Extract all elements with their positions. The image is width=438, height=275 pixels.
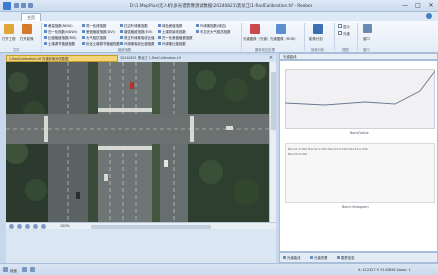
open-image-icon[interactable] bbox=[22, 24, 32, 34]
cari-button[interactable]: 叶绿素吸收比值指数 bbox=[120, 41, 155, 46]
close-document-icon[interactable]: × bbox=[268, 55, 274, 62]
rgb-image-icon[interactable] bbox=[276, 24, 286, 34]
document-tab-second[interactable]: 20240821 黑龙江 1-RadCalibration.tif bbox=[118, 55, 226, 62]
vari-button[interactable]: 可见光大气阻抗指数 bbox=[196, 29, 231, 34]
rvi-button[interactable]: 比值植被指数(RVI) bbox=[44, 35, 76, 40]
tab-home[interactable]: 主页 bbox=[21, 13, 41, 21]
tab-spectral-curve[interactable]: 光谱曲线 bbox=[283, 255, 301, 260]
aerial-image-view[interactable] bbox=[6, 62, 269, 222]
zoom-level: 100% bbox=[60, 224, 70, 228]
spectral-image-icon[interactable] bbox=[250, 24, 260, 34]
spectral-profile-chart bbox=[285, 69, 435, 129]
gndvi-button[interactable]: 同一化绿指数 bbox=[82, 23, 106, 28]
profile-caption: Band/Value bbox=[350, 131, 369, 135]
savi-button[interactable]: 土壤调节植被指数 bbox=[44, 41, 75, 46]
ndwi-button[interactable]: 归一化指数(NDWI) bbox=[44, 29, 77, 34]
tab-spectral-view[interactable]: 光谱查看 bbox=[310, 255, 328, 260]
spectrum-label: 光谱 bbox=[343, 32, 350, 36]
open-project-button[interactable]: 打开工程 bbox=[2, 36, 16, 41]
ndvi2-button[interactable]: 归一化差值植被指数 bbox=[158, 35, 193, 40]
show-checkbox[interactable] bbox=[338, 24, 342, 28]
tab-chart-info[interactable]: 图表信息 bbox=[337, 255, 355, 260]
save-icon[interactable] bbox=[14, 3, 19, 8]
cire-button[interactable]: 红边叶绿素指数 bbox=[120, 23, 148, 28]
horizontal-scroll-thumb[interactable] bbox=[91, 224, 211, 229]
status-bar: 就绪 X: 412327 Y: 5143856 Zoom: 1 bbox=[0, 263, 438, 275]
image-status-strip: 100% bbox=[6, 222, 276, 229]
redo-icon[interactable] bbox=[28, 3, 33, 8]
group-label-view: 视图 bbox=[342, 48, 349, 52]
histogram-band-values: Band1:0.000 Band2:0.000 Band3:0.000 Band… bbox=[288, 147, 368, 151]
group-label-vegetation: 植被指数 bbox=[118, 48, 132, 52]
ribbon-separator bbox=[357, 23, 358, 51]
open-image-button[interactable]: 打开影像 bbox=[20, 36, 34, 41]
maximize-button[interactable]: □ bbox=[412, 1, 424, 10]
ribbon-separator bbox=[241, 23, 242, 51]
title-bar: D:\1.MapPlus\无人机\多光谱影像测试数据\20240821\黑龙江\… bbox=[0, 0, 438, 12]
evi-button[interactable]: 增强植被指数(EVI) bbox=[120, 29, 152, 34]
vertical-scrollbar[interactable] bbox=[269, 62, 276, 222]
histogram-caption: Band Histogram bbox=[342, 205, 369, 209]
chlorophyll-ratio-button[interactable]: 叶绿素比值指数 bbox=[158, 41, 186, 46]
ribbon-separator bbox=[304, 23, 305, 51]
layer-icon[interactable] bbox=[22, 267, 27, 272]
open-project-icon[interactable] bbox=[4, 24, 14, 34]
cig-button[interactable]: 叶绿素指数(绿边) bbox=[196, 23, 226, 28]
window-button[interactable]: 窗口 bbox=[363, 36, 370, 41]
gdvi-button[interactable]: 绿色差值指数 bbox=[158, 23, 182, 28]
window-icon[interactable] bbox=[363, 24, 372, 33]
spectral-panel-title: 光谱曲线 bbox=[279, 53, 438, 60]
spectral-panel: Band/Value Band1:0.000 Band2:0.000 Band3… bbox=[279, 60, 438, 252]
window-title: D:\1.MapPlus\无人机\多光谱影像测试数据\20240821\黑龙江\… bbox=[129, 4, 313, 9]
help-icon[interactable] bbox=[426, 13, 432, 19]
status-text: 就绪 bbox=[10, 268, 17, 273]
soil-line-button[interactable]: 土壤背景线指数 bbox=[158, 29, 186, 34]
mcari-button[interactable]: 修正叶绿素吸收比值 bbox=[120, 35, 155, 40]
spectral-image-button[interactable]: 光谱图像（光谱） bbox=[243, 36, 270, 41]
group-label-window: 窗口 bbox=[363, 48, 370, 52]
main-area: 1-RadCalibration.tif 光谱影像测试数据 20240821 黑… bbox=[0, 53, 438, 263]
coordinates-readout: X: 412327 Y: 5143856 Zoom: 1 bbox=[358, 267, 411, 272]
band-histogram-chart bbox=[285, 143, 435, 203]
group-label-file: 文件 bbox=[13, 48, 20, 52]
ribbon-separator bbox=[41, 23, 42, 51]
vertical-scroll-thumb[interactable] bbox=[271, 72, 276, 130]
osavi-button[interactable]: 优化土壤调节植被指数 bbox=[82, 41, 120, 46]
status-icon bbox=[3, 267, 8, 272]
group-label-processing: 图像常见处理 bbox=[255, 48, 275, 52]
ndvi-button[interactable]: 黄量指数(NDVI) bbox=[44, 23, 73, 28]
spectrum-checkbox[interactable] bbox=[338, 31, 342, 35]
ribbon-tab-bar: 主页 bbox=[0, 12, 438, 21]
group-label-analysis: 影像分析 bbox=[311, 48, 325, 52]
document-tab-active[interactable]: 1-RadCalibration.tif 光谱影像测试数据 bbox=[6, 55, 118, 62]
histogram-band-values-2: Band5:0.000 bbox=[288, 152, 308, 156]
aerial-road-image bbox=[6, 62, 269, 222]
workspace-background bbox=[6, 229, 276, 263]
dvi-button[interactable]: 差值植被指数(DVI) bbox=[82, 29, 115, 34]
minimize-button[interactable]: — bbox=[399, 1, 411, 10]
show-label: 显示 bbox=[343, 25, 350, 29]
segmentation-icon[interactable] bbox=[313, 24, 323, 34]
panel-tab-strip: 光谱曲线 光谱查看 图表信息 bbox=[279, 252, 438, 263]
segmentation-button[interactable]: 影像分割 bbox=[309, 36, 323, 41]
rgb-image-button[interactable]: 光谱图像（RGB） bbox=[270, 36, 298, 41]
app-logo-icon bbox=[3, 2, 11, 10]
close-button[interactable]: ✕ bbox=[425, 1, 437, 10]
info-icon[interactable] bbox=[30, 267, 35, 272]
undo-icon[interactable] bbox=[21, 3, 26, 8]
ribbon: 打开工程 打开影像 文件 黄量指数(NDVI) 归一化指数(NDWI) 比值植被… bbox=[0, 21, 438, 53]
document-tab-bar: 1-RadCalibration.tif 光谱影像测试数据 20240821 黑… bbox=[6, 55, 276, 62]
ribbon-separator bbox=[334, 23, 335, 51]
arvi-button[interactable]: 大气阻抗指数 bbox=[82, 35, 106, 40]
